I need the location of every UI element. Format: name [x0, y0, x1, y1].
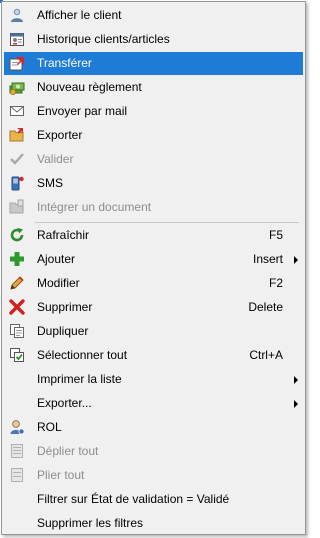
menu-item-nouveau-reglement[interactable]: Nouveau règlement	[4, 76, 303, 99]
menu-item-label: Historique clients/articles	[37, 32, 170, 46]
menu-item-imprimer-la-liste[interactable]: Imprimer la liste	[4, 368, 303, 391]
phone-icon	[9, 175, 25, 191]
menu-item-label: Dupliquer	[37, 324, 89, 338]
menu-item-label: Nouveau règlement	[37, 80, 142, 94]
shortcut-label: F2	[268, 276, 283, 290]
menu-item-deplier-tout[interactable]: Déplier tout	[4, 440, 303, 463]
duplicate-icon	[9, 323, 25, 339]
shortcut-label: Insert	[252, 252, 283, 266]
menu-item-label: Filtrer sur État de validation = Validé	[37, 492, 230, 506]
export-folder-icon	[9, 127, 25, 143]
user-icon	[9, 419, 25, 435]
menu-item-ajouter[interactable]: Ajouter Insert	[4, 248, 303, 271]
menu-item-label: SMS	[37, 176, 64, 190]
collapse-icon	[9, 467, 25, 483]
menu-separator	[35, 222, 299, 223]
menu-item-exporter[interactable]: Exporter	[4, 124, 303, 147]
folder-icon	[9, 199, 25, 215]
shortcut-label: Ctrl+A	[249, 348, 283, 362]
context-menu: Afficher le client Historique clients/ar…	[1, 1, 306, 535]
transfer-icon	[9, 55, 25, 71]
mail-icon	[9, 103, 25, 119]
pencil-icon	[9, 275, 25, 291]
menu-item-modifier[interactable]: Modifier F2	[4, 272, 303, 295]
menu-item-rafraichir[interactable]: Rafraîchir F5	[4, 224, 303, 247]
submenu-arrow-icon	[294, 256, 298, 264]
menu-item-integrer-un-document[interactable]: Intégrer un document	[4, 196, 303, 219]
menu-item-label: Afficher le client	[37, 8, 122, 22]
menu-item-sms[interactable]: SMS	[4, 172, 303, 195]
select-all-icon	[9, 347, 25, 363]
menu-item-label: Modifier	[37, 276, 80, 290]
menu-item-label: Exporter...	[37, 396, 92, 410]
menu-item-dupliquer[interactable]: Dupliquer	[4, 320, 303, 343]
menu-item-label: Exporter	[37, 128, 83, 142]
payment-icon	[9, 79, 25, 95]
menu-item-plier-tout[interactable]: Plier tout	[4, 464, 303, 487]
menu-item-label: Intégrer un document	[37, 200, 152, 214]
menu-item-label: Valider	[37, 152, 74, 166]
submenu-arrow-icon	[294, 376, 298, 384]
menu-item-label: Sélectionner tout	[37, 348, 128, 362]
menu-item-envoyer-par-mail[interactable]: Envoyer par mail	[4, 100, 303, 123]
shortcut-label: F5	[268, 228, 283, 242]
menu-item-label: Envoyer par mail	[37, 104, 128, 118]
menu-item-transferer[interactable]: Transférer	[4, 52, 303, 75]
menu-item-label: Supprimer les filtres	[37, 516, 144, 530]
customer-icon	[9, 7, 25, 23]
menu-item-supprimer-les-filtres[interactable]: Supprimer les filtres	[4, 512, 303, 535]
menu-item-valider[interactable]: Valider	[4, 148, 303, 171]
menu-item-label: Déplier tout	[37, 444, 99, 458]
plus-icon	[9, 251, 25, 267]
menu-item-filtrer-etat-validation[interactable]: Filtrer sur État de validation = Validé	[4, 488, 303, 511]
menu-item-selectionner-tout[interactable]: Sélectionner tout Ctrl+A	[4, 344, 303, 367]
menu-item-label: Transférer	[37, 56, 92, 70]
delete-icon	[9, 299, 25, 315]
menu-item-label: Imprimer la liste	[37, 372, 122, 386]
menu-item-historique-clients-articles[interactable]: Historique clients/articles	[4, 28, 303, 51]
menu-item-rol[interactable]: ROL	[4, 416, 303, 439]
menu-item-label: Rafraîchir	[37, 228, 90, 242]
shortcut-label: Delete	[248, 300, 283, 314]
menu-item-label: Ajouter	[37, 252, 76, 266]
menu-item-label: Plier tout	[37, 468, 85, 482]
menu-item-label: ROL	[37, 420, 62, 434]
expand-icon	[9, 443, 25, 459]
refresh-icon	[9, 227, 25, 243]
check-icon	[9, 151, 25, 167]
submenu-arrow-icon	[294, 400, 298, 408]
menu-item-exporter-submenu[interactable]: Exporter...	[4, 392, 303, 415]
menu-item-label: Supprimer	[37, 300, 93, 314]
menu-item-supprimer[interactable]: Supprimer Delete	[4, 296, 303, 319]
history-icon	[9, 31, 25, 47]
menu-item-afficher-le-client[interactable]: Afficher le client	[4, 4, 303, 27]
